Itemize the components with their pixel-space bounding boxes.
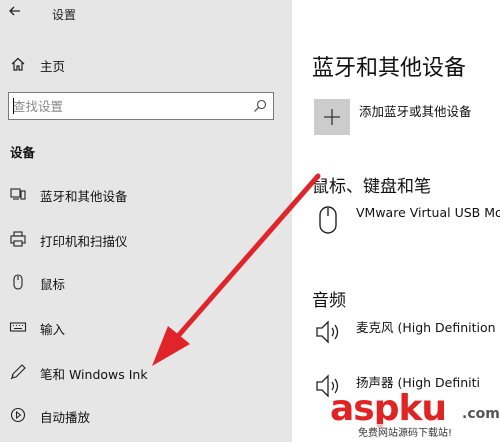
sidebar-item-pen[interactable]: 笔和 Windows Ink	[0, 358, 292, 386]
printer-icon	[10, 231, 26, 247]
sidebar-item-label: 鼠标	[40, 277, 66, 292]
autoplay-icon	[10, 407, 26, 423]
main-content: 蓝牙和其他设备 添加蓝牙或其他设备 鼠标、键盘和笔 VMware Virtual…	[292, 0, 500, 442]
page-title: 蓝牙和其他设备	[312, 56, 467, 81]
sidebar-item-home[interactable]: 主页	[0, 50, 292, 78]
watermark-suffix: .com	[462, 406, 500, 422]
sidebar-item-label: 输入	[40, 322, 66, 337]
window-title: 设置	[52, 8, 77, 22]
sidebar-item-printers[interactable]: 打印机和扫描仪	[0, 225, 292, 253]
add-device-button[interactable]	[314, 99, 350, 135]
sidebar-item-label: 笔和 Windows Ink	[40, 367, 148, 382]
sidebar-item-label: 自动播放	[40, 410, 91, 425]
home-icon	[11, 57, 25, 71]
watermark-tagline: 免费网站源码下载站!	[358, 424, 453, 439]
back-arrow-icon	[9, 6, 20, 16]
watermark-brand: aspku	[330, 388, 447, 429]
back-button[interactable]	[8, 4, 30, 24]
sidebar-item-label: 蓝牙和其他设备	[40, 189, 128, 204]
search-icon[interactable]	[253, 99, 267, 113]
sidebar-item-label: 打印机和扫描仪	[40, 234, 128, 249]
search-field[interactable]	[8, 92, 274, 120]
mouse-icon	[13, 274, 23, 290]
section-heading: 设备	[10, 145, 36, 160]
speaker-icon	[316, 320, 339, 344]
sidebar-item-typing[interactable]: 输入	[0, 313, 292, 341]
search-input[interactable]	[13, 95, 243, 117]
keyboard-icon	[9, 322, 27, 332]
plus-icon	[324, 109, 340, 125]
sidebar-item-mouse[interactable]: 鼠标	[0, 268, 292, 296]
device-name[interactable]: 麦克风 (High Definition	[356, 317, 496, 336]
bluetooth-devices-icon	[10, 188, 26, 200]
add-device-label[interactable]: 添加蓝牙或其他设备	[359, 101, 472, 120]
pen-icon	[10, 364, 26, 380]
settings-sidebar: 设置 主页 设备 蓝牙和其他设备 打印机和扫描仪	[0, 0, 292, 442]
device-name[interactable]: VMware Virtual USB Mo	[356, 205, 500, 220]
section-heading-input-devices: 鼠标、键盘和笔	[312, 177, 431, 197]
section-heading-audio: 音频	[312, 291, 346, 311]
sidebar-item-autoplay[interactable]: 自动播放	[0, 401, 292, 429]
sidebar-item-bluetooth[interactable]: 蓝牙和其他设备	[0, 180, 292, 208]
watermark-logo: aspku .com 免费网站源码下载站!	[330, 388, 500, 440]
sidebar-item-label: 主页	[40, 59, 66, 74]
mouse-icon	[319, 206, 337, 234]
